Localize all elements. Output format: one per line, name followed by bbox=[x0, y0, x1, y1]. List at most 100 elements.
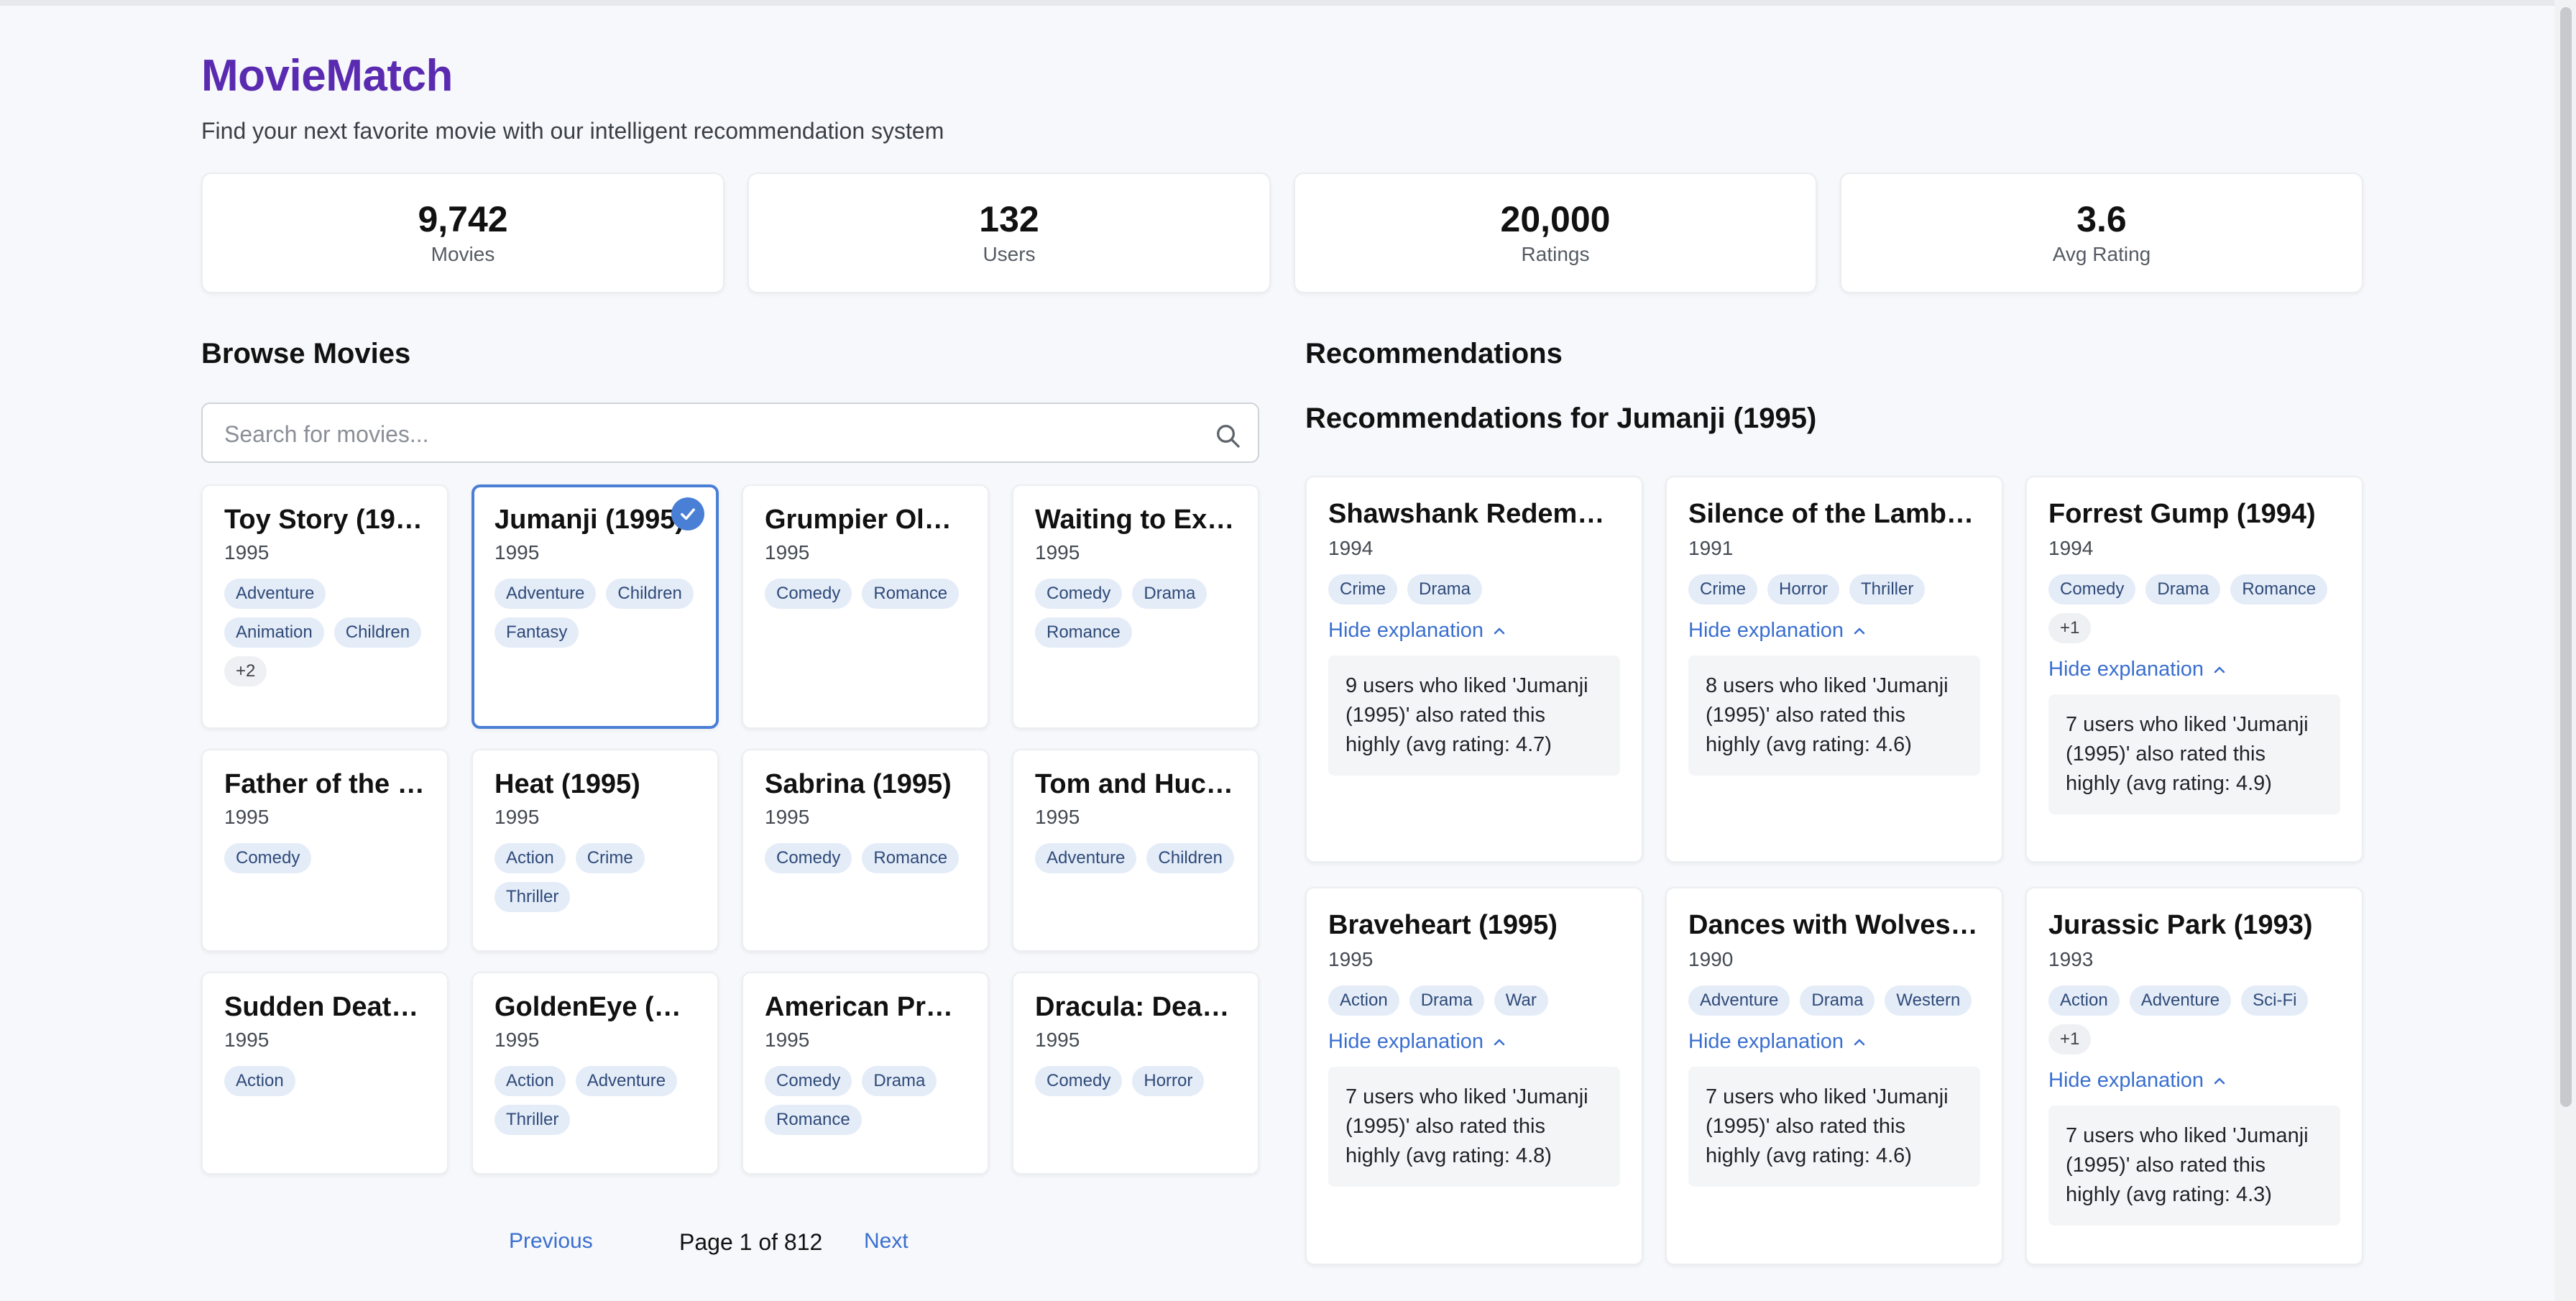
movie-card[interactable]: American Pres... 1995 Comedy Drama Romance bbox=[742, 972, 989, 1174]
movie-card[interactable]: Heat (1995) 1995 Action Crime Thriller bbox=[472, 749, 719, 952]
genre-tags: Comedy Horror bbox=[1035, 1066, 1236, 1096]
stat-value: 132 bbox=[979, 199, 1039, 239]
scrollbar-track[interactable] bbox=[2554, 0, 2576, 1301]
genre-tag: Romance bbox=[765, 1105, 862, 1135]
genre-tag: Adventure bbox=[1035, 843, 1137, 873]
movie-year: 1995 bbox=[224, 1029, 270, 1051]
recommendation-title: Shawshank Redempti... bbox=[1328, 499, 1620, 529]
movie-title: Sabrina (1995) bbox=[765, 769, 952, 799]
movie-year: 1995 bbox=[224, 806, 270, 828]
stat-card-users: 132 Users bbox=[748, 173, 1271, 293]
genre-tag: Romance bbox=[1035, 617, 1132, 648]
window-top-border bbox=[0, 0, 2576, 6]
genre-tag: Children bbox=[1146, 843, 1234, 873]
movie-card[interactable]: GoldenEye (19... 1995 Action Adventure Thril… bbox=[472, 972, 719, 1174]
previous-page-button[interactable]: Previous bbox=[509, 1229, 593, 1254]
hide-explanation-button[interactable]: Hide explanation bbox=[1688, 1030, 1868, 1054]
movie-title: Heat (1995) bbox=[494, 769, 640, 799]
movie-card[interactable]: Father of the B... 1995 Comedy bbox=[201, 749, 448, 952]
movie-year: 1995 bbox=[765, 1029, 810, 1051]
app-title: MovieMatch bbox=[201, 51, 453, 101]
chevron-up-icon bbox=[2214, 666, 2225, 673]
movie-card[interactable]: Sabrina (1995) 1995 Comedy Romance bbox=[742, 749, 989, 952]
movie-year: 1995 bbox=[494, 806, 540, 828]
movie-year: 1995 bbox=[765, 541, 810, 564]
movie-card[interactable]: Dracula: Dead ... 1995 Comedy Horror bbox=[1012, 972, 1259, 1174]
stat-label: Avg Rating bbox=[2052, 243, 2151, 265]
movie-year: 1995 bbox=[765, 806, 810, 828]
movie-card-selected[interactable]: Jumanji (1995) 1995 Adventure Children Fanta… bbox=[472, 484, 719, 729]
recommendation-year: 1994 bbox=[2048, 537, 2094, 559]
explanation-text: 7 users who liked 'Jumanji (1995)' also … bbox=[2048, 694, 2340, 814]
genre-tag: Action bbox=[224, 1066, 295, 1096]
recommendation-card: Braveheart (1995) 1995 Action Drama War Hide … bbox=[1305, 887, 1643, 1265]
search-input[interactable] bbox=[224, 418, 1187, 450]
hide-explanation-button[interactable]: Hide explanation bbox=[1328, 1030, 1508, 1054]
genre-tag: Action bbox=[494, 1066, 566, 1096]
genre-tags: Adventure Children Fantasy bbox=[494, 579, 696, 648]
explanation-text: 8 users who liked 'Jumanji (1995)' also … bbox=[1688, 656, 1980, 776]
recommendation-year: 1991 bbox=[1688, 537, 1734, 559]
genre-tag: Romance bbox=[862, 579, 960, 609]
genre-tags: Action Adventure Sci-Fi +1 bbox=[2048, 985, 2340, 1054]
recommendation-title: Braveheart (1995) bbox=[1328, 910, 1558, 940]
movie-year: 1995 bbox=[224, 541, 270, 564]
movie-card[interactable]: Grumpier Old ... 1995 Comedy Romance bbox=[742, 484, 989, 729]
genre-tag: Adventure bbox=[494, 579, 597, 609]
movie-card[interactable]: Sudden Death ... 1995 Action bbox=[201, 972, 448, 1174]
genre-tag: Thriller bbox=[494, 1105, 571, 1135]
stats-row: 9,742 Movies 132 Users 20,000 Ratings 3.… bbox=[201, 173, 2363, 293]
explanation-text: 7 users who liked 'Jumanji (1995)' also … bbox=[1688, 1067, 1980, 1187]
recommendation-title: Silence of the Lambs, ... bbox=[1688, 499, 1980, 529]
genre-tag: Children bbox=[606, 579, 694, 609]
genre-tag: Action bbox=[2048, 985, 2120, 1016]
hide-explanation-button[interactable]: Hide explanation bbox=[2048, 1069, 2228, 1093]
hide-explanation-button[interactable]: Hide explanation bbox=[1688, 619, 1868, 643]
hide-explanation-label: Hide explanation bbox=[1688, 619, 1844, 642]
genre-tag: Crime bbox=[575, 843, 645, 873]
genre-tag: Adventure bbox=[1688, 985, 1790, 1016]
recommendation-card: Shawshank Redempti... 1994 Crime Drama Hide … bbox=[1305, 476, 1643, 863]
search-icon[interactable] bbox=[1213, 421, 1242, 450]
movie-card[interactable]: Tom and Huck ... 1995 Adventure Children bbox=[1012, 749, 1259, 952]
genre-tag: Adventure bbox=[224, 579, 326, 609]
hide-explanation-button[interactable]: Hide explanation bbox=[2048, 658, 2228, 681]
hide-explanation-button[interactable]: Hide explanation bbox=[1328, 619, 1508, 643]
recommendation-card: Silence of the Lambs, ... 1991 Crime Horror… bbox=[1665, 476, 2003, 863]
genre-tag: Crime bbox=[1688, 574, 1757, 604]
genre-tags: Comedy bbox=[224, 843, 426, 873]
hide-explanation-label: Hide explanation bbox=[1328, 1030, 1484, 1053]
genre-tag: Adventure bbox=[575, 1066, 678, 1096]
hide-explanation-label: Hide explanation bbox=[1328, 619, 1484, 642]
browse-movies-section: Browse Movies Toy Story (199... 1995 Adven… bbox=[201, 338, 1259, 1255]
scrollbar-thumb[interactable] bbox=[2560, 7, 2572, 1107]
genre-tag: Comedy bbox=[1035, 579, 1123, 609]
movie-year: 1995 bbox=[1035, 806, 1080, 828]
movie-card[interactable]: Waiting to Exh... 1995 Comedy Drama Romance bbox=[1012, 484, 1259, 729]
genre-tag: Drama bbox=[1409, 985, 1484, 1016]
more-genres-tag: +1 bbox=[2048, 1024, 2092, 1054]
genre-tag: War bbox=[1494, 985, 1548, 1016]
selected-check-icon bbox=[671, 497, 704, 530]
chevron-up-icon bbox=[1854, 1039, 1865, 1045]
genre-tag: Comedy bbox=[765, 843, 852, 873]
movie-title: Grumpier Old ... bbox=[765, 505, 966, 535]
recommendation-title: Dances with Wolves (... bbox=[1688, 910, 1980, 940]
movie-year: 1995 bbox=[1035, 1029, 1080, 1051]
movie-title: Waiting to Exh... bbox=[1035, 505, 1236, 535]
movie-title: Tom and Huck ... bbox=[1035, 769, 1236, 799]
movie-card[interactable]: Toy Story (199... 1995 Adventure Animation C… bbox=[201, 484, 448, 729]
next-page-button[interactable]: Next bbox=[864, 1229, 908, 1254]
recommendation-year: 1995 bbox=[1328, 948, 1374, 970]
page-info: Page 1 of 812 bbox=[679, 1229, 823, 1255]
recommendation-title: Forrest Gump (1994) bbox=[2048, 499, 2316, 529]
genre-tags: Comedy Romance bbox=[765, 579, 966, 609]
genre-tag: Horror bbox=[1767, 574, 1840, 604]
movie-year: 1995 bbox=[494, 541, 540, 564]
genre-tags: Crime Horror Thriller bbox=[1688, 574, 1980, 604]
recommendations-title: Recommendations bbox=[1305, 338, 1563, 369]
chevron-up-icon bbox=[1494, 1039, 1505, 1045]
genre-tags: Action Adventure Thriller bbox=[494, 1066, 696, 1135]
explanation-text: 7 users who liked 'Jumanji (1995)' also … bbox=[1328, 1067, 1620, 1187]
recommendation-year: 1990 bbox=[1688, 948, 1734, 970]
